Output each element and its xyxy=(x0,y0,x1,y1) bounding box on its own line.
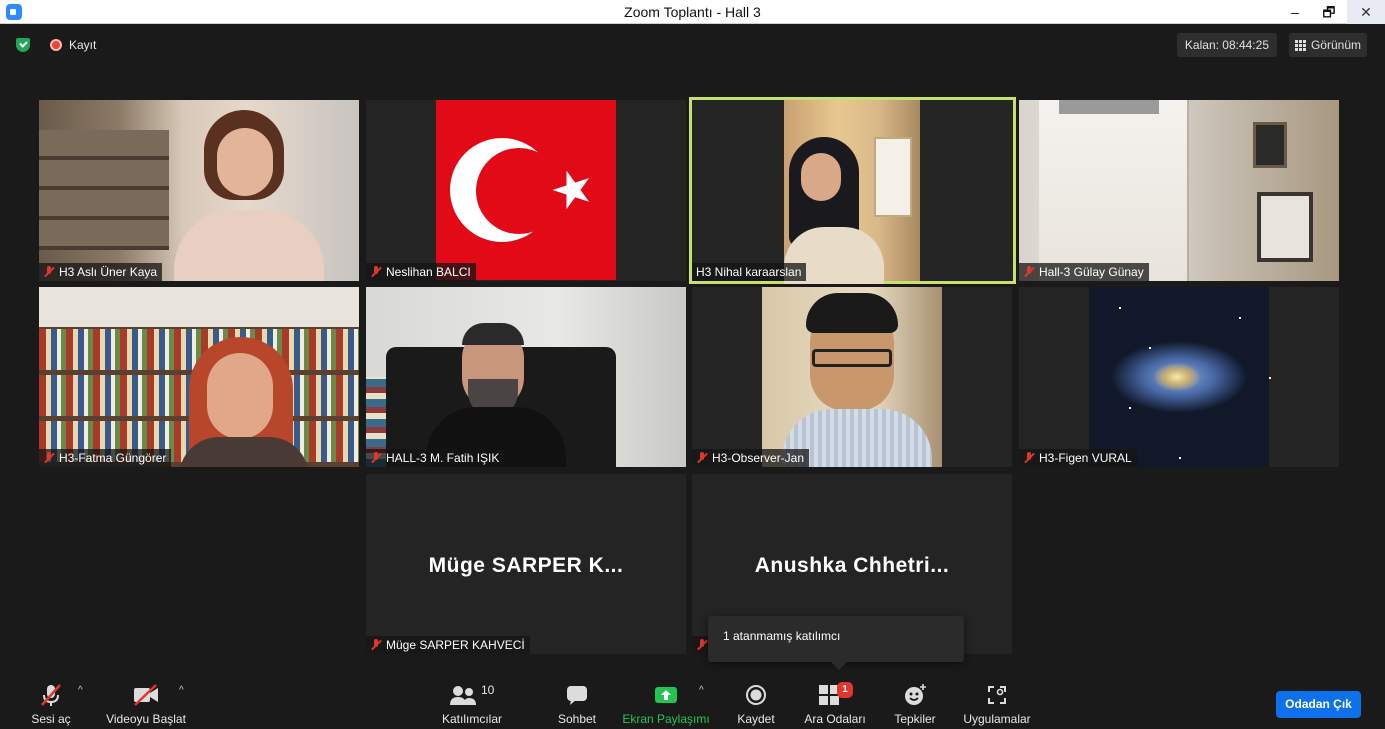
meeting-area: Kayıt Kalan: 08:44:25 Görünüm H3 Aslı Ün… xyxy=(0,25,1385,729)
start-video-button[interactable]: Videoyu Başlat xyxy=(104,683,188,727)
participant-name-tag: H3 Aslı Üner Kaya xyxy=(39,263,163,281)
remaining-time-badge: Kalan: 08:44:25 xyxy=(1176,33,1277,57)
chat-bubble-icon xyxy=(566,683,588,707)
apps-button[interactable]: Uygulamalar xyxy=(962,683,1032,727)
meeting-toolbar: Sesi aç ^ Videoyu Başlat ^ 10 Katılımcıl… xyxy=(0,675,1385,729)
participant-name-tag: Hall-3 Gülay Günay xyxy=(1019,263,1149,281)
audio-options-caret[interactable]: ^ xyxy=(78,685,83,696)
participant-name-tag: H3-Figen VURAL xyxy=(1019,449,1137,467)
breakout-rooms-button[interactable]: 1 Ara Odaları xyxy=(802,682,868,727)
close-button[interactable]: ✕ xyxy=(1347,0,1385,24)
share-screen-label: Ekran Paylaşımı xyxy=(622,712,710,726)
participant-name: H3-Figen VURAL xyxy=(1039,451,1132,465)
participants-count: 10 xyxy=(481,683,495,697)
participant-name-tag: HALL-3 M. Fatih IŞIK xyxy=(366,449,505,467)
participant-name-tag: Müge SARPER KAHVECİ xyxy=(366,636,530,654)
video-tile[interactable]: H3-Figen VURAL xyxy=(1019,287,1339,467)
video-tile[interactable]: ★ Neslihan BALCI xyxy=(366,100,686,281)
participant-name: H3 Aslı Üner Kaya xyxy=(59,265,158,279)
reactions-button[interactable]: Tepkiler xyxy=(892,683,938,727)
maximize-button[interactable]: 🗗 xyxy=(1311,0,1347,24)
video-tile[interactable]: HALL-3 M. Fatih IŞIK xyxy=(366,287,686,467)
unmute-label: Sesi aç xyxy=(31,712,71,726)
reactions-label: Tepkiler xyxy=(894,712,936,726)
video-tile[interactable]: H3 Aslı Üner Kaya xyxy=(39,100,359,281)
participant-name-tag: H3 Nihal karaarslan xyxy=(692,263,807,281)
participant-name-tag: H3-Fatma Güngörer xyxy=(39,449,172,467)
record-icon xyxy=(745,683,767,707)
record-button[interactable]: Kaydet xyxy=(734,683,778,727)
muted-mic-icon xyxy=(43,452,55,464)
participant-name-tag: Neslihan BALCI xyxy=(366,263,476,281)
video-tile[interactable]: H3-Fatma Güngörer xyxy=(39,287,359,467)
muted-mic-icon xyxy=(370,266,382,278)
muted-mic-icon xyxy=(43,266,55,278)
participant-name: Neslihan BALCI xyxy=(386,265,471,279)
view-button-label: Görünüm xyxy=(1310,38,1361,52)
breakout-rooms-label: Ara Odaları xyxy=(804,712,866,726)
muted-mic-icon xyxy=(370,639,382,651)
unassigned-participant-tooltip: 1 atanmamış katılımcı xyxy=(708,616,964,670)
participant-name-tag: H3-Observer-Jan xyxy=(692,449,810,467)
participant-name: HALL-3 M. Fatih IŞIK xyxy=(386,451,500,465)
share-screen-button[interactable]: Ekran Paylaşımı xyxy=(622,683,710,727)
video-tile[interactable]: Hall-3 Gülay Günay xyxy=(1019,100,1339,281)
participants-label: Katılımcılar xyxy=(441,712,502,726)
muted-mic-icon xyxy=(1023,266,1035,278)
participant-name: H3 Nihal karaarslan xyxy=(696,265,802,279)
participant-display-name: Müge SARPER K... xyxy=(428,554,624,577)
apps-label: Uygulamalar xyxy=(963,712,1031,726)
video-tile[interactable]: H3-Observer-Jan xyxy=(692,287,1012,467)
tooltip-text: 1 atanmamış katılımcı xyxy=(723,629,841,643)
muted-mic-icon xyxy=(696,452,708,464)
recording-label: Kayıt xyxy=(69,38,97,52)
video-off-icon xyxy=(132,683,160,707)
video-tile-no-video[interactable]: Müge SARPER K... Müge SARPER KAHVECİ xyxy=(366,474,686,654)
minimize-button[interactable]: – xyxy=(1277,0,1313,24)
leave-room-button[interactable]: Odadan Çık xyxy=(1276,691,1361,718)
share-options-caret[interactable]: ^ xyxy=(699,685,704,696)
video-options-caret[interactable]: ^ xyxy=(179,685,184,696)
apps-icon xyxy=(986,683,1008,707)
chat-label: Sohbet xyxy=(557,712,597,726)
breakout-badge: 1 xyxy=(837,682,853,698)
record-label: Kaydet xyxy=(737,712,775,726)
muted-mic-icon xyxy=(370,452,382,464)
participants-icon: 10 xyxy=(447,683,497,707)
meeting-status-bar: Kayıt xyxy=(16,35,96,55)
recording-icon xyxy=(50,39,62,51)
muted-mic-icon xyxy=(696,639,708,651)
participant-name: H3-Fatma Güngörer xyxy=(59,451,167,465)
start-video-label: Videoyu Başlat xyxy=(106,712,186,726)
chat-button[interactable]: Sohbet xyxy=(556,683,598,727)
reactions-smiley-icon xyxy=(903,683,927,707)
muted-microphone-icon xyxy=(39,683,63,707)
view-button[interactable]: Görünüm xyxy=(1288,33,1367,57)
video-tile-active-speaker[interactable]: H3 Nihal karaarslan xyxy=(689,97,1016,284)
breakout-rooms-icon: 1 xyxy=(817,682,853,707)
participants-button[interactable]: 10 Katılımcılar xyxy=(438,683,506,727)
shield-icon[interactable] xyxy=(16,38,30,52)
participant-name: H3-Observer-Jan xyxy=(712,451,805,465)
window-titlebar: Zoom Toplantı - Hall 3 – 🗗 ✕ xyxy=(0,0,1385,24)
unmute-button[interactable]: Sesi aç xyxy=(28,683,74,727)
share-screen-icon xyxy=(654,683,678,707)
window-title: Zoom Toplantı - Hall 3 xyxy=(624,4,761,20)
participant-name: Müge SARPER KAHVECİ xyxy=(386,638,525,652)
participant-name: Hall-3 Gülay Günay xyxy=(1039,265,1144,279)
turkish-flag-image: ★ xyxy=(436,100,616,280)
grid-view-icon xyxy=(1294,39,1306,51)
participant-display-name: Anushka Chhetri... xyxy=(754,554,950,577)
muted-mic-icon xyxy=(1023,452,1035,464)
